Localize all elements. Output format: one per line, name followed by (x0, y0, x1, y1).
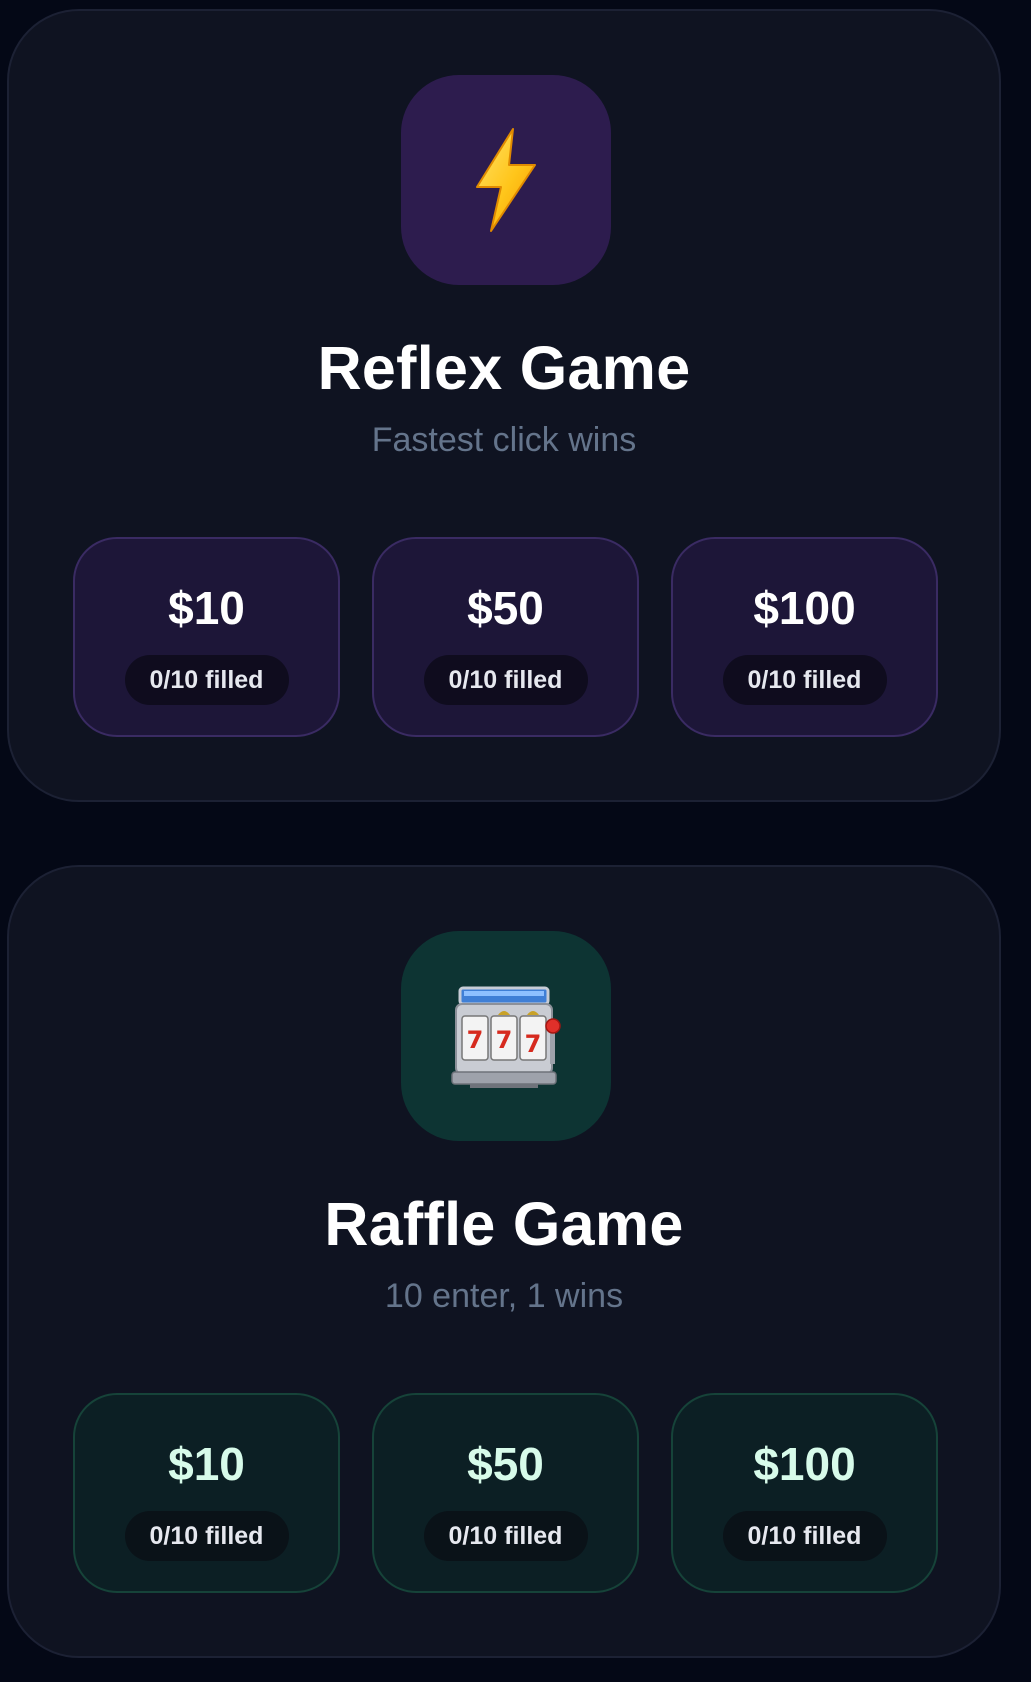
card-subtitle: Fastest click wins (371, 421, 637, 459)
raffle-game-card: 7 7 7 Raffle Game 10 enter, 1 wins $10 0… (7, 865, 1001, 1658)
svg-text:7: 7 (525, 1030, 542, 1058)
tier-button-100[interactable]: $100 0/10 filled (671, 537, 938, 737)
svg-text:7: 7 (467, 1026, 484, 1054)
lightning-icon (476, 128, 536, 232)
tier-filled-badge: 0/10 filled (423, 1511, 588, 1561)
reflex-game-card: Reflex Game Fastest click wins $10 0/10 … (7, 9, 1001, 802)
tier-button-100[interactable]: $100 0/10 filled (671, 1393, 938, 1593)
tier-list: $10 0/10 filled $50 0/10 filled $100 0/1… (73, 1393, 938, 1593)
raffle-game-icon-tile: 7 7 7 (401, 931, 611, 1141)
card-title: Raffle Game (324, 1190, 684, 1258)
game-list: Reflex Game Fastest click wins $10 0/10 … (0, 0, 1031, 1682)
tier-filled-badge: 0/10 filled (722, 655, 887, 705)
tier-button-50[interactable]: $50 0/10 filled (372, 1393, 639, 1593)
tier-filled-badge: 0/10 filled (423, 655, 588, 705)
tier-button-10[interactable]: $10 0/10 filled (73, 537, 340, 737)
svg-text:7: 7 (496, 1026, 513, 1054)
tier-price: $10 (168, 1438, 245, 1490)
tier-price: $50 (467, 1438, 544, 1490)
slot-machine-icon: 7 7 7 (451, 986, 561, 1088)
tier-price: $100 (753, 582, 856, 634)
tier-price: $50 (467, 582, 544, 634)
tier-list: $10 0/10 filled $50 0/10 filled $100 0/1… (73, 537, 938, 737)
reflex-game-icon-tile (401, 75, 611, 285)
tier-price: $100 (753, 1438, 856, 1490)
tier-button-50[interactable]: $50 0/10 filled (372, 537, 639, 737)
tier-price: $10 (168, 582, 245, 634)
tier-filled-badge: 0/10 filled (124, 655, 289, 705)
tier-button-10[interactable]: $10 0/10 filled (73, 1393, 340, 1593)
card-title: Reflex Game (317, 334, 691, 402)
card-subtitle: 10 enter, 1 wins (384, 1277, 624, 1315)
tier-filled-badge: 0/10 filled (722, 1511, 887, 1561)
tier-filled-badge: 0/10 filled (124, 1511, 289, 1561)
